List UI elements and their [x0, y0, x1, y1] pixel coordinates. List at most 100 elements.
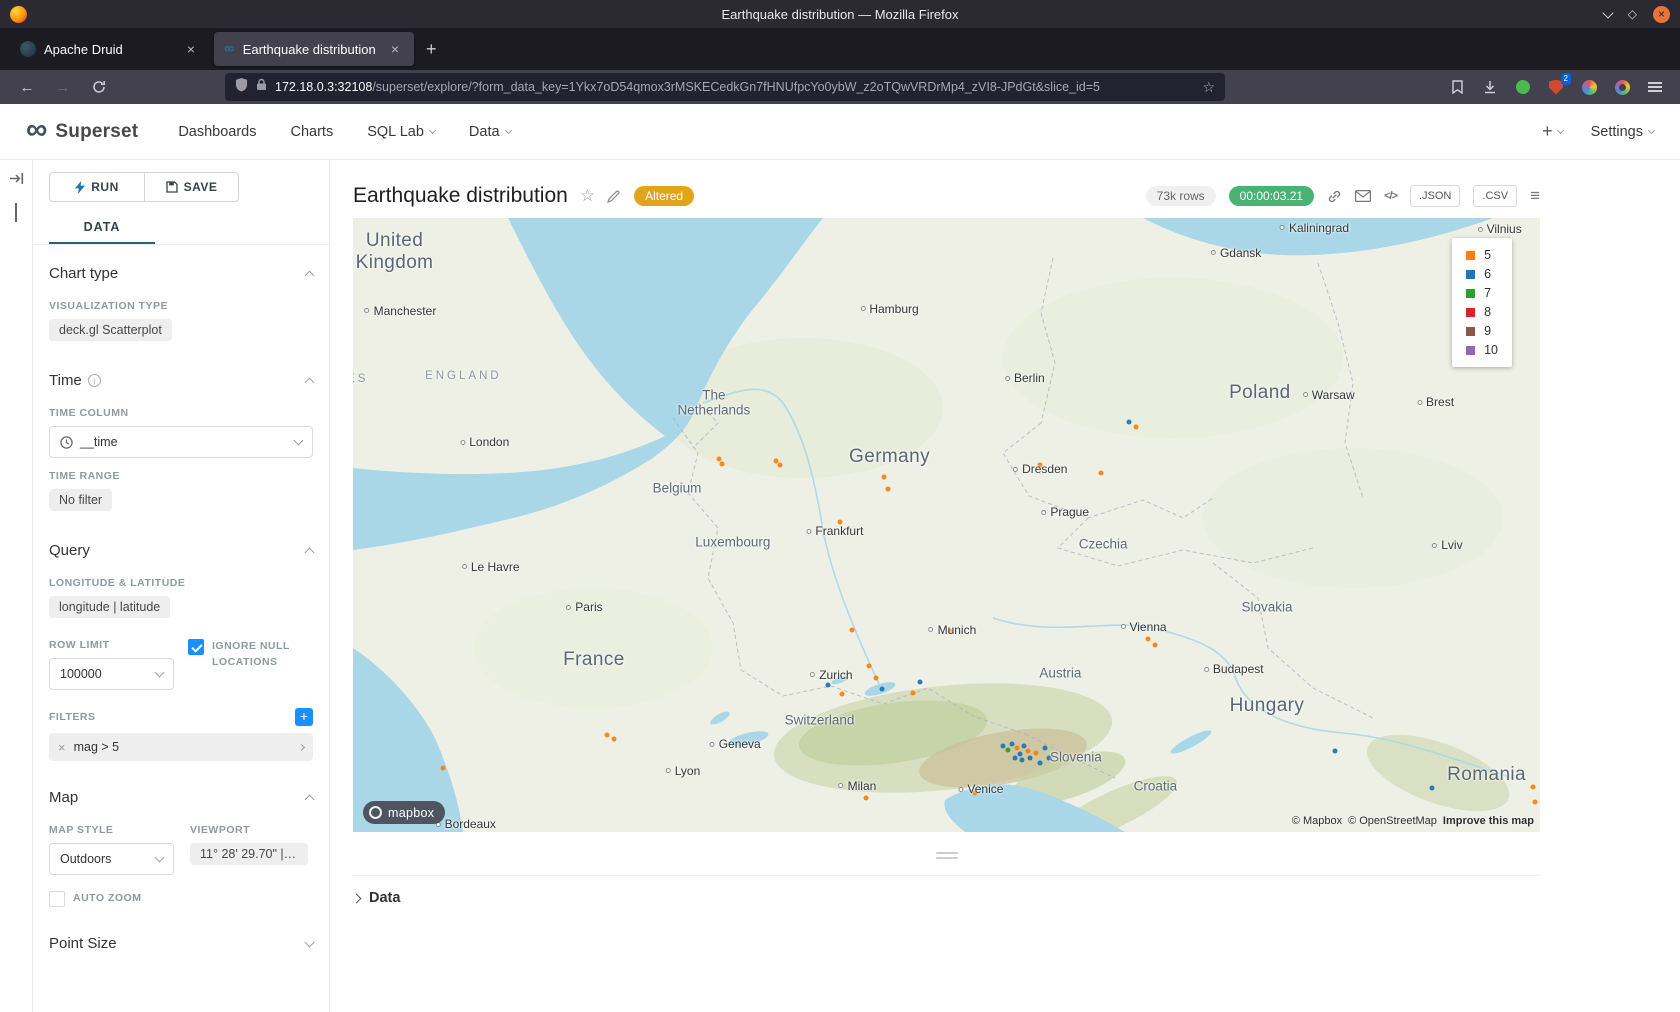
section-query[interactable]: Query — [49, 542, 313, 559]
tracking-shield-icon[interactable] — [235, 77, 248, 97]
filter-expression: mag > 5 — [74, 740, 291, 754]
superset-logo-icon: ∞ — [26, 115, 47, 145]
deckgl-map[interactable]: United KingdomKaliningradVilniusGdanskMa… — [353, 218, 1540, 832]
row-limit-select[interactable]: 100000 — [49, 658, 174, 690]
app-nav-items: Dashboards Charts SQL Lab Data — [178, 124, 510, 140]
tab-close-icon[interactable]: × — [386, 40, 404, 58]
extension-green-icon[interactable] — [1514, 78, 1532, 96]
mapbox-logo-text: mapbox — [388, 806, 434, 820]
earthquake-point — [1027, 755, 1032, 760]
connection-lock-icon[interactable] — [256, 78, 267, 96]
window-maximize-icon[interactable]: ◇ — [1628, 8, 1637, 20]
superset-navbar: ∞ Superset Dashboards Charts SQL Lab Data S… — [0, 104, 1680, 160]
downloads-icon[interactable] — [1481, 78, 1499, 96]
nav-item-sql-lab[interactable]: SQL Lab — [367, 124, 435, 140]
legend-swatch — [1466, 289, 1475, 298]
nav-item-dashboards[interactable]: Dashboards — [178, 124, 256, 140]
forward-icon[interactable]: → — [48, 74, 78, 100]
map-style-value: Outdoors — [60, 852, 111, 866]
earthquake-point — [605, 732, 610, 737]
row-limit-value: 100000 — [60, 667, 102, 681]
new-chart-button[interactable] — [1542, 121, 1563, 142]
section-title: Query — [49, 542, 90, 559]
datasource-grid-icon[interactable] — [15, 204, 17, 222]
favorite-star-icon[interactable]: ☆ — [580, 186, 595, 206]
run-button[interactable]: RUN — [49, 172, 144, 202]
browser-tab-earthquake-distribution[interactable]: ∞ Earthquake distribution × — [214, 32, 414, 66]
lonlat-label: LONGITUDE & LATITUDE — [49, 577, 313, 589]
data-results-toggle[interactable]: Data — [353, 875, 1540, 906]
section-map[interactable]: Map — [49, 789, 313, 806]
legend-label: 5 — [1484, 248, 1491, 262]
app-menu-icon[interactable] — [1646, 78, 1664, 96]
export-json-button[interactable]: .JSON — [1410, 185, 1460, 207]
reload-icon[interactable] — [84, 74, 114, 100]
add-filter-button[interactable] — [295, 708, 313, 726]
attribution-improve-link[interactable]: Improve this map — [1443, 815, 1534, 827]
edit-title-icon[interactable] — [607, 190, 620, 203]
new-tab-button[interactable] — [416, 39, 447, 60]
bookmark-star-icon[interactable]: ☆ — [1202, 79, 1215, 96]
tab-close-icon[interactable]: × — [182, 40, 200, 58]
adblock-shield-icon[interactable]: 2 — [1547, 78, 1565, 96]
earthquake-point — [773, 458, 778, 463]
extension-badge: 2 — [1561, 73, 1571, 85]
data-panel-label: Data — [369, 890, 400, 906]
browser-tab-apache-druid[interactable]: Apache Druid × — [10, 32, 210, 66]
altered-badge[interactable]: Altered — [634, 186, 694, 206]
profile-avatar-icon[interactable] — [1580, 78, 1598, 96]
legend-label: 9 — [1484, 324, 1491, 338]
embed-code-icon[interactable]: </> — [1384, 190, 1397, 202]
ignore-null-checkbox[interactable] — [188, 639, 204, 655]
remove-filter-icon[interactable]: × — [58, 740, 66, 755]
extension-pinwheel-icon[interactable] — [1613, 78, 1631, 96]
tab-label: Apache Druid — [44, 42, 174, 57]
map-style-label: MAP STYLE — [49, 824, 174, 836]
earthquake-point — [867, 664, 872, 669]
legend-label: 8 — [1484, 305, 1491, 319]
earthquake-point — [1013, 755, 1018, 760]
collapse-panel-icon[interactable] — [9, 172, 24, 190]
earthquake-point — [1134, 424, 1139, 429]
window-close-icon[interactable]: × — [1653, 6, 1670, 23]
auto-zoom-checkbox[interactable] — [49, 891, 65, 907]
section-time[interactable]: Time — [49, 372, 313, 389]
url-bar[interactable]: 172.18.0.3:32108/superset/explore/?form_… — [225, 73, 1225, 101]
email-icon[interactable] — [1355, 190, 1371, 202]
attribution-mapbox[interactable]: © Mapbox — [1292, 815, 1342, 827]
export-csv-button[interactable]: .CSV — [1473, 185, 1517, 207]
nav-item-data[interactable]: Data — [469, 124, 511, 140]
section-chart-type[interactable]: Chart type — [49, 265, 313, 282]
time-column-select[interactable]: __time — [49, 426, 313, 458]
chevron-up-icon — [305, 270, 315, 280]
earthquake-point — [1038, 462, 1043, 467]
earthquake-point — [948, 629, 953, 634]
tab-data[interactable]: DATA — [49, 214, 155, 244]
chart-menu-icon[interactable]: ≡ — [1530, 186, 1540, 206]
legend-item-8: 8 — [1466, 305, 1498, 319]
earthquake-point — [840, 691, 845, 696]
time-column-label: TIME COLUMN — [49, 407, 313, 419]
save-label: SAVE — [184, 180, 218, 194]
library-icon[interactable] — [1448, 78, 1466, 96]
earthquake-point — [778, 463, 783, 468]
resize-handle[interactable] — [930, 852, 964, 859]
viz-type-value[interactable]: deck.gl Scatterplot — [49, 319, 172, 341]
window-minimize-icon[interactable] — [1602, 7, 1613, 18]
nav-item-charts[interactable]: Charts — [291, 124, 334, 140]
panel-divider — [33, 244, 329, 245]
lonlat-value[interactable]: longitude | latitude — [49, 596, 170, 618]
attribution-osm[interactable]: © OpenStreetMap — [1348, 815, 1437, 827]
map-style-select[interactable]: Outdoors — [49, 843, 174, 875]
share-link-icon[interactable] — [1327, 189, 1342, 204]
section-point-size[interactable]: Point Size — [49, 935, 313, 952]
filter-chip[interactable]: × mag > 5 — [49, 733, 313, 761]
mapbox-logo[interactable]: mapbox — [363, 801, 445, 824]
superset-brand[interactable]: ∞ Superset — [26, 119, 138, 145]
settings-menu[interactable]: Settings — [1591, 124, 1654, 140]
viewport-value[interactable]: 11° 28' 29.70" | 50... — [190, 843, 308, 865]
back-icon[interactable]: ← — [12, 74, 42, 100]
time-range-value[interactable]: No filter — [49, 489, 112, 511]
save-button[interactable]: SAVE — [144, 172, 239, 202]
earthquake-point — [1153, 642, 1158, 647]
